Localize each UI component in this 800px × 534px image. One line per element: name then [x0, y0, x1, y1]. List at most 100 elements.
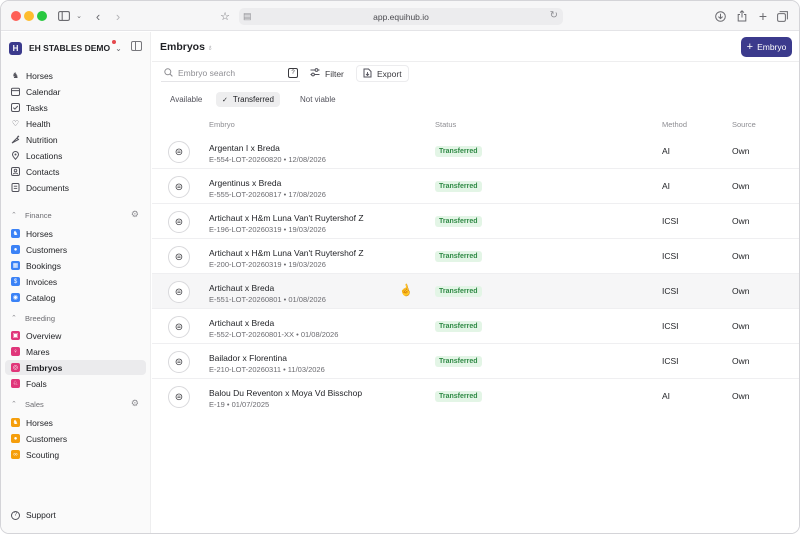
embryo-id: E-19 • 01/07/2025 — [209, 400, 270, 409]
section-sales[interactable]: ⌃ Sales ⚙ — [11, 398, 139, 410]
new-tab-icon[interactable]: + — [757, 8, 769, 24]
customers-icon: ● — [11, 245, 20, 254]
embryo-id: E-555-LOT-20260817 • 17/08/2026 — [209, 190, 326, 199]
gear-icon[interactable]: ⚙ — [131, 209, 139, 220]
zoom-window-button[interactable] — [37, 11, 47, 21]
org-logo: H — [9, 41, 22, 55]
site-settings-icon[interactable]: ▤ — [243, 11, 252, 22]
add-embryo-button[interactable]: + Embryo — [741, 37, 792, 57]
gear-icon[interactable]: ⚙ — [131, 398, 139, 409]
sidebar-item-breeding-overview[interactable]: ▣ Overview — [5, 328, 146, 343]
table-row[interactable]: ⊜ Artichaut x H&m Luna Van't Ruytershof … — [152, 204, 799, 239]
customers-icon: ● — [11, 434, 20, 443]
embryo-icon: ⊜ — [168, 351, 190, 373]
catalog-icon: ◉ — [11, 293, 20, 302]
sidebar-item-sales-customers[interactable]: ● Customers — [5, 431, 146, 446]
help-icon: ? — [11, 510, 20, 520]
sidebar-item-sales-scouting[interactable]: ∞ Scouting — [5, 447, 146, 462]
collapse-sidebar-icon[interactable] — [131, 41, 142, 51]
mare-icon: ♀ — [11, 347, 20, 356]
section-finance[interactable]: ⌃ Finance ⚙ — [11, 209, 139, 221]
tab-transferred[interactable]: ✓ Transferred — [216, 92, 280, 107]
column-header-method[interactable]: Method — [662, 120, 687, 129]
sidebar-item-sales-horses[interactable]: ♞ Horses — [5, 415, 146, 430]
chevron-down-icon[interactable]: ⌄ — [75, 9, 83, 23]
sidebar-item-locations[interactable]: Locations — [5, 148, 146, 163]
sidebar-item-contacts[interactable]: Contacts — [5, 164, 146, 179]
share-icon[interactable] — [736, 9, 748, 23]
sidebar-item-finance-catalog[interactable]: ◉ Catalog — [5, 290, 146, 305]
section-breeding[interactable]: ⌃ Breeding — [11, 312, 139, 324]
source-cell: Own — [732, 286, 750, 296]
tab-label: Available — [170, 95, 203, 104]
search-input[interactable]: Embryo search ? — [161, 65, 300, 82]
main-content: Embryos ♁ + Embryo Embryo search ? Filte… — [152, 32, 799, 533]
browser-window: ⌄ ‹ › ☆ ▤ app.equihub.io ↻ + H EH STABLE… — [0, 0, 800, 534]
sidebar-item-label: Documents — [26, 182, 69, 193]
section-title: Finance — [25, 210, 52, 220]
table-row[interactable]: ⊜ Argentan I x Breda E-554-LOT-20260820 … — [152, 134, 799, 169]
filter-label: Filter — [325, 68, 344, 79]
embryo-name: Artichaut x Breda — [209, 283, 275, 293]
sidebar-item-label: Calendar — [26, 86, 61, 97]
add-embryo-label: Embryo — [757, 42, 787, 52]
tab-available[interactable]: Available — [164, 92, 208, 107]
heart-icon: ♡ — [11, 119, 20, 128]
table-row[interactable]: ⊜ Artichaut x Breda E-552-LOT-20260801-X… — [152, 309, 799, 344]
sidebar-item-horses[interactable]: ♞ Horses — [5, 68, 146, 83]
sidebar-item-tasks[interactable]: Tasks — [5, 100, 146, 115]
overview-icon: ▣ — [11, 331, 20, 340]
notification-dot — [112, 40, 116, 44]
table-row[interactable]: ⊜ Balou Du Reventon x Moya Vd Bisschop E… — [152, 379, 799, 414]
table-row[interactable]: ⊜ Artichaut x Breda E-551-LOT-20260801 •… — [152, 274, 799, 309]
sidebar-item-health[interactable]: ♡ Health — [5, 116, 146, 131]
sidebar-item-calendar[interactable]: Calendar — [5, 84, 146, 99]
forward-icon[interactable]: › — [113, 9, 123, 24]
search-placeholder: Embryo search — [178, 68, 236, 78]
column-header-status[interactable]: Status — [435, 120, 456, 129]
tab-overview-icon[interactable] — [776, 9, 788, 23]
sidebar-item-finance-invoices[interactable]: $ Invoices — [5, 274, 146, 289]
chevron-up-icon: ⌃ — [11, 315, 17, 322]
sidebar-toggle-icon[interactable] — [58, 9, 70, 23]
sidebar-item-finance-customers[interactable]: ● Customers — [5, 242, 146, 257]
reload-icon[interactable]: ↻ — [550, 10, 558, 21]
tab-label: Transferred — [232, 95, 274, 104]
column-header-source[interactable]: Source — [732, 120, 756, 129]
export-label: Export — [377, 68, 402, 79]
tab-not-viable[interactable]: Not viable — [294, 92, 342, 107]
sidebar-item-breeding-foals[interactable]: ♘ Foals — [5, 376, 146, 391]
address-bar[interactable]: ▤ app.equihub.io ↻ — [239, 8, 563, 25]
table-row[interactable]: ⊜ Artichaut x H&m Luna Van't Ruytershof … — [152, 239, 799, 274]
export-button[interactable]: Export — [356, 65, 409, 82]
support-link[interactable]: ? Support — [11, 510, 56, 520]
method-cell: ICSI — [662, 251, 679, 261]
filter-button[interactable]: Filter — [310, 65, 344, 82]
sidebar-item-label: Customers — [26, 244, 68, 255]
embryo-name: Artichaut x Breda — [209, 318, 275, 328]
star-icon[interactable]: ☆ — [219, 9, 231, 23]
sidebar-item-finance-bookings[interactable]: ▦ Bookings — [5, 258, 146, 273]
chevron-up-icon: ⌃ — [11, 212, 17, 219]
minimize-window-button[interactable] — [24, 11, 34, 21]
sidebar-item-breeding-embryos[interactable]: ◎ Embryos — [5, 360, 146, 375]
embryo-icon: ⊜ — [168, 386, 190, 408]
table-row[interactable]: ⊜ Bailador x Florentina E-210-LOT-202603… — [152, 344, 799, 379]
sidebar-item-label: Embryos — [26, 362, 63, 373]
sidebar-item-finance-horses[interactable]: ♞ Horses — [5, 226, 146, 241]
embryo-name: Artichaut x H&m Luna Van't Ruytershof Z — [209, 213, 364, 223]
org-switcher[interactable]: H EH STABLES DEMO ⌄ — [9, 41, 122, 55]
sidebar-item-breeding-mares[interactable]: ♀ Mares — [5, 344, 146, 359]
sidebar-item-documents[interactable]: Documents — [5, 180, 146, 195]
back-icon[interactable]: ‹ — [93, 9, 103, 24]
close-window-button[interactable] — [11, 11, 21, 21]
embryo-id: E-551-LOT-20260801 • 01/08/2026 — [209, 295, 326, 304]
sidebar-item-nutrition[interactable]: Nutrition — [5, 132, 146, 147]
header-divider — [152, 61, 799, 62]
column-header-embryo[interactable]: Embryo — [209, 120, 235, 129]
hint-icon[interactable]: ♁ — [207, 43, 213, 52]
download-icon[interactable] — [714, 9, 726, 23]
sidebar-item-label: Overview — [26, 330, 62, 341]
location-icon — [11, 151, 20, 160]
table-row[interactable]: ⊜ Argentinus x Breda E-555-LOT-20260817 … — [152, 169, 799, 204]
